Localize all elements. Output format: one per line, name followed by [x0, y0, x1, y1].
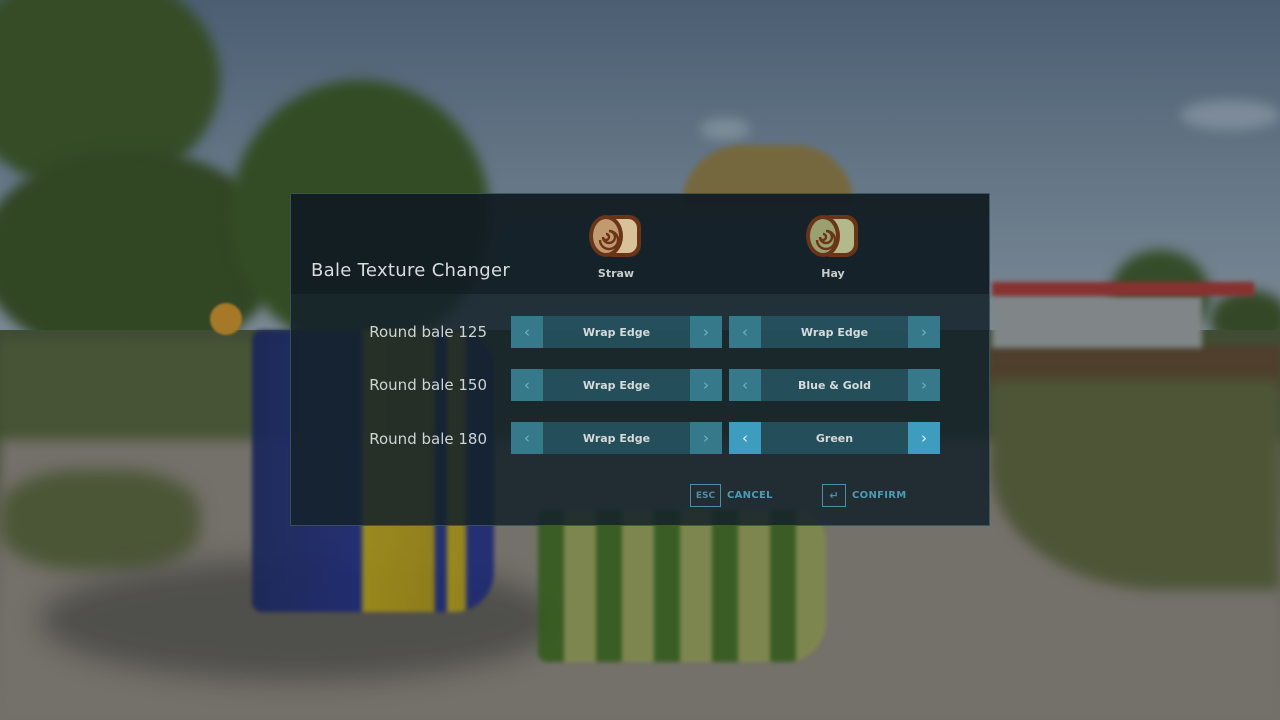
- selector-150-hay[interactable]: ‹ Blue & Gold ›: [729, 369, 940, 401]
- selector-150-straw[interactable]: ‹ Wrap Edge ›: [511, 369, 722, 401]
- chevron-right-icon[interactable]: ›: [908, 316, 940, 348]
- column-label-straw: Straw: [597, 267, 635, 280]
- selector-125-hay[interactable]: ‹ Wrap Edge ›: [729, 316, 940, 348]
- selector-value: Wrap Edge: [761, 316, 908, 348]
- row-label-round-bale-125: Round bale 125: [369, 323, 487, 341]
- chevron-left-icon[interactable]: ‹: [729, 316, 761, 348]
- chevron-left-icon[interactable]: ‹: [729, 369, 761, 401]
- selector-180-straw[interactable]: ‹ Wrap Edge ›: [511, 422, 722, 454]
- chevron-left-icon[interactable]: ‹: [729, 422, 761, 454]
- dialog-title: Bale Texture Changer: [311, 260, 511, 281]
- row-label-round-bale-150: Round bale 150: [369, 376, 487, 394]
- chevron-right-icon[interactable]: ›: [690, 422, 722, 454]
- chevron-right-icon[interactable]: ›: [908, 369, 940, 401]
- bale-texture-dialog: Bale Texture Changer Straw Hay Round bal…: [290, 193, 990, 526]
- cancel-button[interactable]: ESC CANCEL: [690, 484, 773, 507]
- chevron-left-icon[interactable]: ‹: [511, 422, 543, 454]
- hay-bale-icon: [804, 212, 862, 260]
- selector-125-straw[interactable]: ‹ Wrap Edge ›: [511, 316, 722, 348]
- selector-value: Blue & Gold: [761, 369, 908, 401]
- esc-key-icon: ESC: [690, 484, 721, 507]
- chevron-right-icon[interactable]: ›: [690, 369, 722, 401]
- chevron-right-icon[interactable]: ›: [908, 422, 940, 454]
- chevron-right-icon[interactable]: ›: [690, 316, 722, 348]
- column-label-hay: Hay: [821, 267, 845, 280]
- confirm-label: CONFIRM: [852, 490, 907, 501]
- dialog-header: Bale Texture Changer Straw Hay: [291, 194, 989, 294]
- enter-key-icon: ↵: [822, 484, 846, 507]
- selector-value: Wrap Edge: [543, 369, 690, 401]
- selector-value: Green: [761, 422, 908, 454]
- confirm-button[interactable]: ↵ CONFIRM: [822, 484, 907, 507]
- selector-value: Wrap Edge: [543, 422, 690, 454]
- cancel-label: CANCEL: [727, 490, 773, 501]
- selector-180-hay[interactable]: ‹ Green ›: [729, 422, 940, 454]
- chevron-left-icon[interactable]: ‹: [511, 369, 543, 401]
- column-header-hay: Hay: [793, 212, 873, 280]
- straw-bale-icon: [587, 212, 645, 260]
- selector-value: Wrap Edge: [543, 316, 690, 348]
- row-label-round-bale-180: Round bale 180: [369, 430, 487, 448]
- chevron-left-icon[interactable]: ‹: [511, 316, 543, 348]
- column-header-straw: Straw: [576, 212, 656, 280]
